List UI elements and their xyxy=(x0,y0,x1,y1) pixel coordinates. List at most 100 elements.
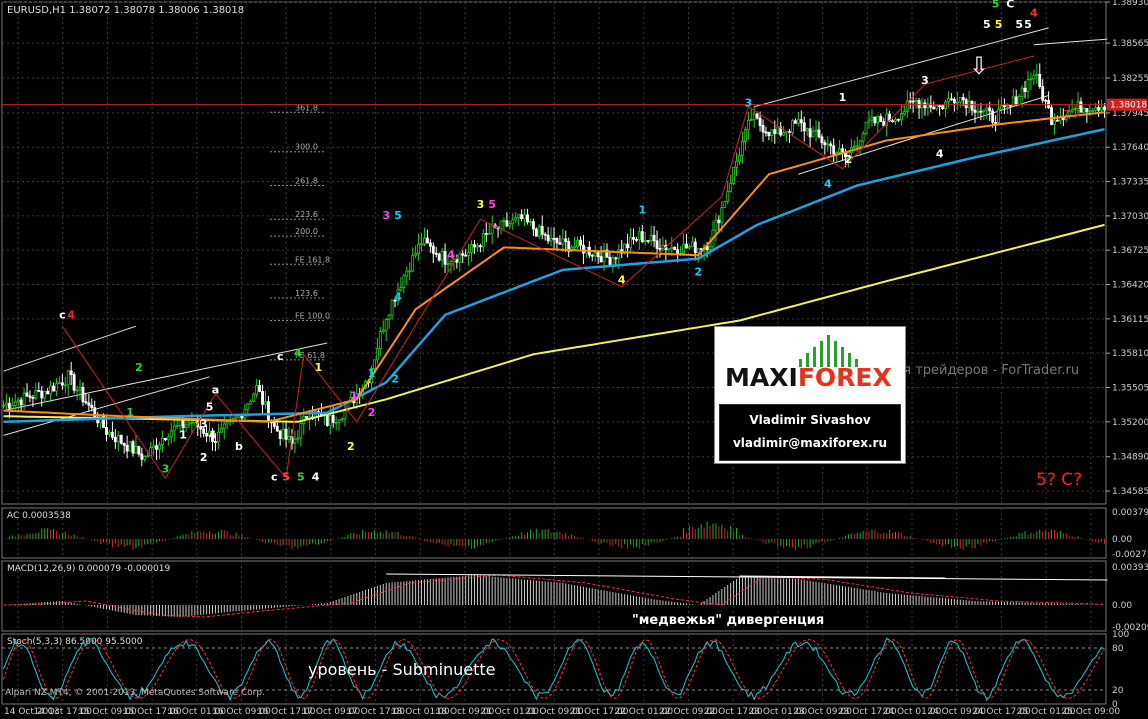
candle-body xyxy=(13,401,17,406)
candle-body xyxy=(861,133,865,142)
wave-label: 4 xyxy=(294,347,302,360)
candle-body xyxy=(1100,106,1104,111)
candle-body xyxy=(911,100,915,103)
candle-body xyxy=(172,425,176,432)
candle-body xyxy=(976,110,980,113)
wave-label: 5 xyxy=(282,470,290,483)
candle-body xyxy=(717,219,721,224)
wave-label: 2 xyxy=(845,153,853,166)
wave-label: 1 xyxy=(839,91,847,104)
candle-body xyxy=(378,331,382,350)
candle-body xyxy=(1094,107,1098,111)
candle-body xyxy=(749,119,753,121)
candle-body xyxy=(75,389,79,392)
candle-body xyxy=(508,223,512,227)
candle-body xyxy=(40,390,44,399)
candle-body xyxy=(484,233,488,235)
candle-body xyxy=(811,130,815,138)
candle-body xyxy=(1053,119,1056,125)
macd-y-tick: 0.00 xyxy=(1112,601,1132,611)
candle-body xyxy=(720,207,724,224)
stoch-y-tick: 0 xyxy=(1112,700,1118,710)
candle-body xyxy=(958,97,962,103)
candle-body xyxy=(222,423,226,429)
y-tick-label: 1.36725 xyxy=(1112,246,1148,256)
candle-body xyxy=(608,256,612,266)
candle-body xyxy=(143,456,147,460)
candle-body xyxy=(693,241,697,254)
candle-body xyxy=(325,414,329,426)
candle-body xyxy=(22,392,26,406)
wave-label: 4 xyxy=(394,290,402,303)
author-name: Vladimir Sivashov xyxy=(749,413,871,427)
question-wave-label: 5? C? xyxy=(1036,470,1083,490)
y-tick-label: 1.38255 xyxy=(1112,74,1148,84)
candle-body xyxy=(832,145,836,155)
candle-body xyxy=(163,437,167,441)
candle-body xyxy=(923,102,927,109)
candle-body xyxy=(582,244,585,254)
candle-body xyxy=(261,391,264,405)
candle-body xyxy=(558,242,562,245)
candle-body xyxy=(1044,99,1048,102)
candle-body xyxy=(520,214,524,220)
maxiforex-banner[interactable]: MAXIFOREX Vladimir Sivashov vladimir@max… xyxy=(714,326,906,464)
wave-label: 4 xyxy=(824,178,832,191)
wave-label: 5 xyxy=(983,18,991,31)
candle-body xyxy=(249,400,253,405)
candle-body xyxy=(43,390,47,399)
candle-body xyxy=(758,117,762,126)
chart-canvas[interactable]: 14 Oct 201314 Oct 17:0015 Oct 09:0015 Oc… xyxy=(0,0,1148,719)
y-tick-label: 1.36420 xyxy=(1112,281,1148,291)
candle-body xyxy=(829,143,833,147)
candle-body xyxy=(755,113,759,119)
candle-body xyxy=(732,166,736,184)
candle-body xyxy=(593,252,597,257)
candle-body xyxy=(629,236,632,249)
candle-body xyxy=(57,382,61,385)
candle-body xyxy=(714,219,718,231)
candle-body xyxy=(1003,105,1006,108)
wave-label: b xyxy=(235,440,243,453)
ac-y-tick: -0.002717 xyxy=(1112,550,1148,560)
candle-body xyxy=(687,246,691,249)
trend-channel-line xyxy=(754,27,1049,108)
candle-body xyxy=(10,405,14,409)
candle-body xyxy=(546,234,550,242)
author-email[interactable]: vladimir@maxiforex.ru xyxy=(720,436,900,450)
candle-body xyxy=(434,252,438,255)
candle-body xyxy=(529,221,532,223)
candle-body xyxy=(446,263,450,266)
y-tick-label: 1.34890 xyxy=(1112,453,1148,463)
candle-body xyxy=(423,237,426,245)
candle-body xyxy=(858,140,862,147)
y-tick-label: 1.37640 xyxy=(1112,143,1148,153)
candle-body xyxy=(178,419,182,426)
wave-label: 2 xyxy=(368,406,376,419)
candle-body xyxy=(255,385,259,395)
wave-label: 5 xyxy=(488,198,496,211)
candle-body xyxy=(788,131,791,134)
candle-body xyxy=(161,437,164,446)
stoch-y-tick: 80 xyxy=(1112,644,1124,654)
candle-body xyxy=(31,396,35,399)
candle-body xyxy=(961,97,965,101)
candle-body xyxy=(676,249,680,255)
candle-body xyxy=(155,445,158,450)
candle-body xyxy=(375,348,379,361)
candle-body xyxy=(670,246,674,250)
candle-body xyxy=(146,455,150,458)
candle-body xyxy=(78,386,82,391)
candle-body xyxy=(205,433,209,437)
ac-title: AC 0.0003538 xyxy=(7,511,71,521)
candle-body xyxy=(52,385,55,392)
wave-label: 1 xyxy=(315,361,323,374)
candle-body xyxy=(540,225,544,235)
candle-body xyxy=(549,237,553,242)
candle-body xyxy=(511,219,515,225)
candle-body xyxy=(682,243,685,254)
candle-body xyxy=(873,116,877,124)
candle-body xyxy=(272,422,276,427)
wave-label: 3 xyxy=(162,462,170,475)
candle-body xyxy=(938,105,942,108)
